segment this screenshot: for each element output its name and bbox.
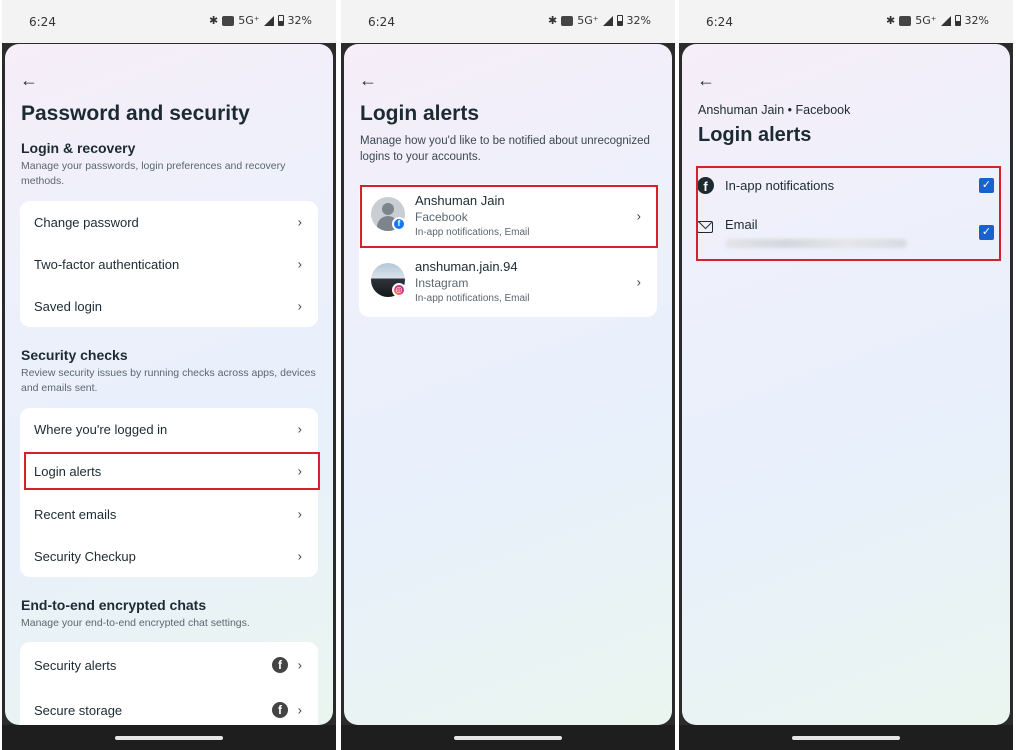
- battery-label: 32%: [626, 14, 651, 27]
- signal-icon: [940, 15, 951, 26]
- chevron-right-icon: ›: [636, 274, 641, 290]
- phone-screen-login-alerts: 6:24 ✱ 5G⁺ 32% ← Login alerts Manage how…: [341, 0, 675, 750]
- status-icons: ✱ 5G⁺ 32%: [548, 14, 651, 27]
- page-title: Login alerts: [360, 102, 480, 125]
- chevron-right-icon: ›: [297, 506, 302, 522]
- network-label: 5G⁺: [577, 14, 599, 27]
- two-factor-label: Two-factor authentication: [34, 256, 180, 272]
- security-alerts-item[interactable]: Security alerts f ›: [20, 644, 318, 686]
- chevron-right-icon: ›: [297, 548, 302, 564]
- volte-icon: [561, 15, 574, 26]
- change-password-label: Change password: [34, 214, 139, 230]
- signal-icon: [602, 15, 613, 26]
- where-logged-in-item[interactable]: Where you're logged in ›: [20, 408, 318, 450]
- back-arrow-icon[interactable]: ←: [697, 70, 715, 91]
- home-gesture-handle[interactable]: [115, 736, 223, 740]
- account-name: anshuman.jain.94: [415, 259, 518, 274]
- status-time: 6:24: [706, 15, 733, 29]
- account-row-instagram[interactable]: ◎ anshuman.jain.94 Instagram In-app noti…: [359, 250, 657, 314]
- chevron-right-icon: ›: [297, 702, 302, 718]
- where-logged-in-label: Where you're logged in: [34, 421, 168, 437]
- section-description-login-recovery: Manage your passwords, login preferences…: [21, 160, 286, 187]
- account-alert-methods: In-app notifications, Email: [415, 293, 530, 304]
- change-password-item[interactable]: Change password ›: [20, 201, 318, 243]
- secure-storage-item[interactable]: Secure storage f ›: [20, 689, 318, 725]
- battery-icon: [616, 15, 623, 26]
- volte-icon: [899, 15, 912, 26]
- status-time: 6:24: [29, 15, 56, 29]
- page-title: Password and security: [21, 102, 250, 125]
- phone-screen-facebook-login-alerts: 6:24 ✱ 5G⁺ 32% ← Anshuman Jain • Faceboo…: [679, 0, 1013, 750]
- section-heading-security-checks: Security checks: [21, 347, 128, 363]
- screen-content: ← Anshuman Jain • Facebook Login alerts …: [682, 44, 1010, 725]
- security-checkup-item[interactable]: Security Checkup ›: [20, 535, 318, 577]
- battery-icon: [277, 15, 284, 26]
- instagram-badge-icon: ◎: [392, 283, 406, 297]
- account-subtitle: Anshuman Jain • Facebook: [698, 103, 851, 117]
- facebook-icon: f: [272, 702, 288, 718]
- status-icons: ✱ 5G⁺ 32%: [209, 14, 312, 27]
- security-alerts-label: Security alerts: [34, 657, 117, 673]
- home-gesture-handle[interactable]: [792, 736, 900, 740]
- facebook-icon: f: [272, 657, 288, 673]
- chevron-right-icon: ›: [297, 657, 302, 673]
- status-time: 6:24: [368, 15, 395, 29]
- screen-content: ← Password and security Login & recovery…: [5, 44, 333, 725]
- two-factor-item[interactable]: Two-factor authentication ›: [20, 243, 318, 285]
- status-bar: 6:24 ✱ 5G⁺ 32%: [341, 0, 675, 43]
- highlight-box-facebook-account: [360, 185, 658, 248]
- network-label: 5G⁺: [238, 14, 260, 27]
- chevron-right-icon: ›: [297, 298, 302, 314]
- screen-content: ← Login alerts Manage how you'd like to …: [344, 44, 672, 725]
- security-checkup-label: Security Checkup: [34, 548, 136, 564]
- secure-storage-label: Secure storage: [34, 702, 123, 718]
- recent-emails-item[interactable]: Recent emails ›: [20, 493, 318, 535]
- section-heading-login-recovery: Login & recovery: [21, 140, 136, 156]
- e2ee-card: Security alerts f › Secure storage f ›: [20, 642, 318, 725]
- network-label: 5G⁺: [915, 14, 937, 27]
- chevron-right-icon: ›: [297, 214, 302, 230]
- volte-icon: [222, 15, 235, 26]
- back-arrow-icon[interactable]: ←: [20, 70, 38, 91]
- home-gesture-handle[interactable]: [454, 736, 562, 740]
- back-arrow-icon[interactable]: ←: [359, 70, 377, 91]
- recent-emails-label: Recent emails: [34, 506, 117, 522]
- status-icons: ✱ 5G⁺ 32%: [886, 14, 989, 27]
- security-checks-card: Where you're logged in › Login alerts › …: [20, 408, 318, 577]
- section-description-security-checks: Review security issues by running checks…: [21, 367, 316, 394]
- navigation-bar: [679, 725, 1013, 750]
- chevron-right-icon: ›: [297, 256, 302, 272]
- section-description-e2ee: Manage your end-to-end encrypted chat se…: [21, 617, 250, 629]
- page-title: Login alerts: [698, 124, 812, 146]
- page-description: Manage how you'd like to be notified abo…: [360, 135, 650, 163]
- section-heading-e2ee: End-to-end encrypted chats: [21, 597, 207, 613]
- bluetooth-icon: ✱: [885, 14, 896, 27]
- battery-icon: [954, 15, 961, 26]
- phone-screen-password-security: 6:24 ✱ 5G⁺ 32% ← Password and security L…: [2, 0, 336, 750]
- saved-login-item[interactable]: Saved login ›: [20, 285, 318, 327]
- status-bar: 6:24 ✱ 5G⁺ 32%: [2, 0, 336, 43]
- bluetooth-icon: ✱: [208, 14, 219, 27]
- chevron-right-icon: ›: [297, 421, 302, 437]
- saved-login-label: Saved login: [34, 298, 102, 314]
- navigation-bar: [341, 725, 675, 750]
- bluetooth-icon: ✱: [547, 14, 558, 27]
- navigation-bar: [2, 725, 336, 750]
- account-app: Instagram: [415, 276, 469, 290]
- battery-label: 32%: [287, 14, 312, 27]
- status-bar: 6:24 ✱ 5G⁺ 32%: [679, 0, 1013, 43]
- highlight-box-login-alerts: [24, 452, 320, 490]
- highlight-box-alert-options: [696, 166, 1001, 261]
- signal-icon: [263, 15, 274, 26]
- login-recovery-card: Change password › Two-factor authenticat…: [20, 201, 318, 327]
- battery-label: 32%: [964, 14, 989, 27]
